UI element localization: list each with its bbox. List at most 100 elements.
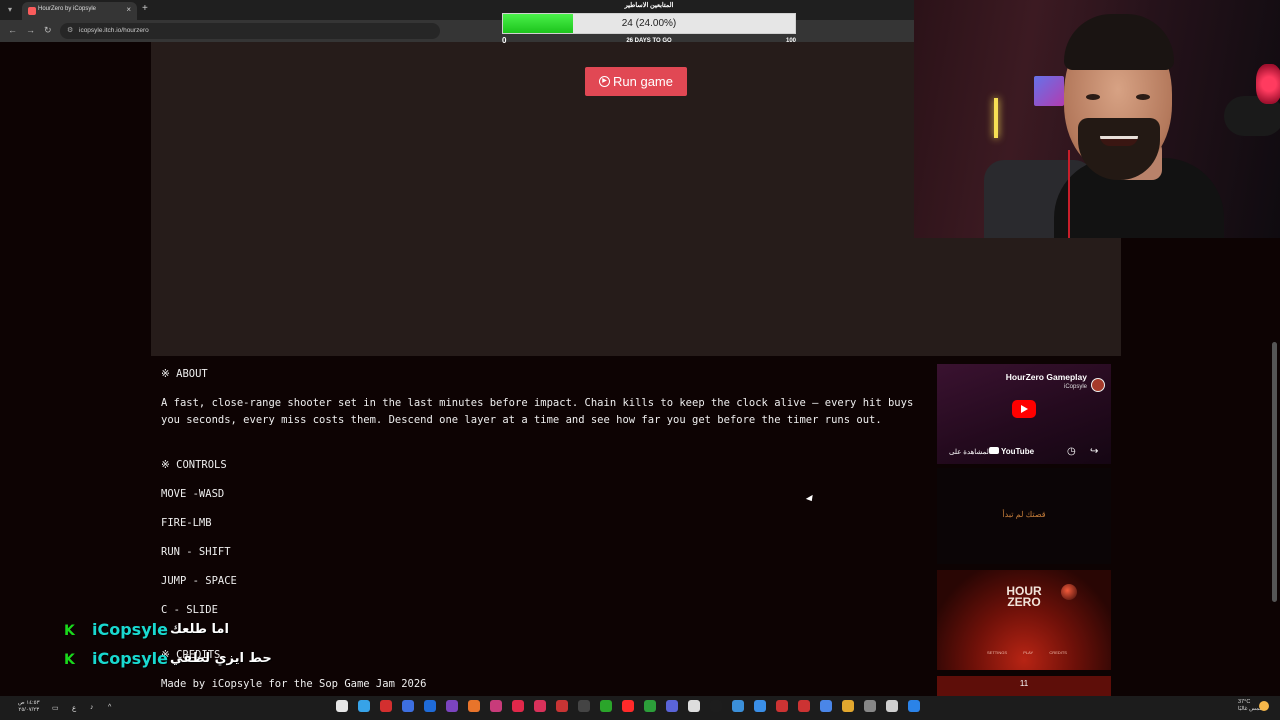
control-item: FIRE-LMB xyxy=(161,517,212,529)
app-icon[interactable] xyxy=(578,700,590,712)
tab-close-icon[interactable]: × xyxy=(126,5,131,14)
app-icon[interactable] xyxy=(886,700,898,712)
webcam-overlay xyxy=(914,0,1280,238)
app-icon[interactable] xyxy=(556,700,568,712)
chat-username: iCopsyle xyxy=(92,649,168,668)
menu-play: PLAY xyxy=(1023,650,1034,655)
app-icon[interactable] xyxy=(798,700,810,712)
itch-favicon-icon xyxy=(28,7,36,15)
app-icon[interactable] xyxy=(600,700,612,712)
app-icon[interactable] xyxy=(446,700,458,712)
play-circle-icon: ▶ xyxy=(599,76,610,88)
channel-avatar[interactable] xyxy=(1091,378,1105,392)
screenshot-2[interactable]: قصتك لم تبدأ xyxy=(937,468,1111,564)
chrome-icon[interactable] xyxy=(754,700,766,712)
chat-username: iCopsyle xyxy=(92,620,168,639)
goal-progress-text: 24 (24.00%) xyxy=(621,18,677,29)
streamer-mouth xyxy=(1100,136,1138,146)
planet-icon xyxy=(1061,584,1077,600)
control-item: JUMP - SPACE xyxy=(161,575,237,587)
background-lamp xyxy=(994,98,998,138)
clock-date: ٢٥/٠٧/٢٣ xyxy=(18,707,40,713)
taskbar-clock[interactable]: ١٤:٥٣ ص ٢٥/٠٧/٢٣ xyxy=(18,700,40,714)
app-icon[interactable] xyxy=(622,700,634,712)
game-logo-zero: ZERO xyxy=(1007,595,1041,609)
screenshot-caption: قصتك لم تبدأ xyxy=(1002,510,1046,519)
app-icon[interactable] xyxy=(688,700,700,712)
tray-chevron-icon[interactable]: ^ xyxy=(108,704,111,711)
goal-days-label: 26 DAYS TO GO xyxy=(626,38,672,44)
youtube-play-icon[interactable] xyxy=(1012,400,1036,418)
browser-tab[interactable]: HourZero by iCopsyle × xyxy=(22,2,137,20)
app-icon[interactable] xyxy=(424,700,436,712)
menu-credits: CREDITS xyxy=(1049,650,1067,655)
menu-nav: SETTINGS PLAY CREDITS xyxy=(987,650,1067,655)
url-text[interactable]: icopsyle.itch.io/hourzero xyxy=(79,27,149,34)
notification-icon[interactable]: ▭ xyxy=(52,704,59,712)
system-tray: ١٤:٥٣ ص ٢٥/٠٧/٢٣ ▭ ع ♪ ^ xyxy=(10,700,130,716)
back-icon[interactable]: ← xyxy=(8,25,17,35)
watch-later-icon[interactable]: ◷ xyxy=(1067,446,1076,457)
chat-text: حط ايزي لطفي xyxy=(170,651,272,666)
background-monitor xyxy=(1034,76,1064,106)
app-icon[interactable] xyxy=(490,700,502,712)
streamer-hair xyxy=(1064,14,1174,70)
red-decoration xyxy=(1256,64,1280,104)
clock-time: ١٤:٥٣ ص xyxy=(18,700,40,706)
app-icon[interactable] xyxy=(644,700,656,712)
file-explorer-icon[interactable] xyxy=(842,700,854,712)
control-item: MOVE -WASD xyxy=(161,488,225,500)
control-item: C - SLIDE xyxy=(161,604,218,616)
run-game-label: Run game xyxy=(613,74,673,89)
microphone-icon[interactable]: ♪ xyxy=(90,704,94,711)
language-indicator[interactable]: ع xyxy=(72,704,76,712)
forward-icon[interactable]: → xyxy=(26,25,35,35)
video-channel[interactable]: iCopsyle xyxy=(1064,384,1087,390)
youtube-logo[interactable]: YouTube xyxy=(989,447,1034,456)
weather-temp: 37°C xyxy=(1238,699,1251,705)
youtube-video-embed[interactable]: HourZero Gameplay iCopsyle المشاهدة على … xyxy=(937,364,1111,464)
control-item: RUN - SHIFT xyxy=(161,546,231,558)
windows-taskbar: ١٤:٥٣ ص ٢٥/٠٧/٢٣ ▭ ع ♪ ^ 37°C مشمس غالبًا xyxy=(0,696,1280,720)
app-icon[interactable] xyxy=(820,700,832,712)
sun-icon xyxy=(1259,701,1269,711)
app-icon[interactable] xyxy=(512,700,524,712)
video-title[interactable]: HourZero Gameplay xyxy=(1006,372,1087,382)
reload-icon[interactable]: ↻ xyxy=(44,25,52,36)
site-info-icon[interactable]: ⚙ xyxy=(67,26,73,34)
settings-gear-icon[interactable] xyxy=(864,700,876,712)
app-icon[interactable] xyxy=(732,700,744,712)
menu-settings: SETTINGS xyxy=(987,650,1008,655)
stream-chat-overlay: K iCopsyle اما طلعك K iCopsyle حط ايزي ل… xyxy=(64,620,364,672)
follower-goal-widget: المتابعين الاساطير 24 (24.00%) 0 26 DAYS… xyxy=(500,0,798,48)
app-icon[interactable] xyxy=(710,700,722,712)
app-icon[interactable] xyxy=(534,700,546,712)
new-tab-button[interactable]: + xyxy=(142,3,148,14)
share-icon[interactable]: ↪ xyxy=(1090,446,1098,457)
app-icon[interactable] xyxy=(666,700,678,712)
controls-heading: ※ CONTROLS xyxy=(161,459,227,471)
credits-text: Made by iCopsyle for the Sop Game Jam 20… xyxy=(161,678,427,690)
app-icon[interactable] xyxy=(776,700,788,712)
tab-search-icon[interactable]: ▾ xyxy=(4,4,16,16)
run-game-button[interactable]: ▶ Run game xyxy=(585,67,687,96)
app-icon[interactable] xyxy=(402,700,414,712)
youtube-label: YouTube xyxy=(1001,447,1035,456)
youtube-mini-icon xyxy=(989,447,999,454)
page-scrollbar[interactable] xyxy=(1272,342,1277,602)
goal-progress-bar: 24 (24.00%) xyxy=(502,13,796,34)
streamer-eye xyxy=(1136,94,1150,100)
watch-on-label[interactable]: المشاهدة على xyxy=(949,448,991,456)
screenshot-3[interactable]: HOUR ZERO SETTINGS PLAY CREDITS xyxy=(937,570,1111,670)
app-icon[interactable] xyxy=(380,700,392,712)
app-icon[interactable] xyxy=(468,700,480,712)
streamer-eye xyxy=(1086,94,1100,100)
settings-app-icon[interactable] xyxy=(336,700,348,712)
windows-start-icon[interactable] xyxy=(908,700,920,712)
goal-title: المتابعين الاساطير xyxy=(624,2,674,9)
goal-max-label: 100 xyxy=(785,38,796,44)
tab-title: HourZero by iCopsyle xyxy=(38,6,97,12)
app-icon[interactable] xyxy=(358,700,370,712)
address-bar[interactable]: ⚙ icopsyle.itch.io/hourzero xyxy=(60,23,440,39)
video-bottom-bar: المشاهدة على YouTube ◷ ↪ xyxy=(937,442,1111,464)
